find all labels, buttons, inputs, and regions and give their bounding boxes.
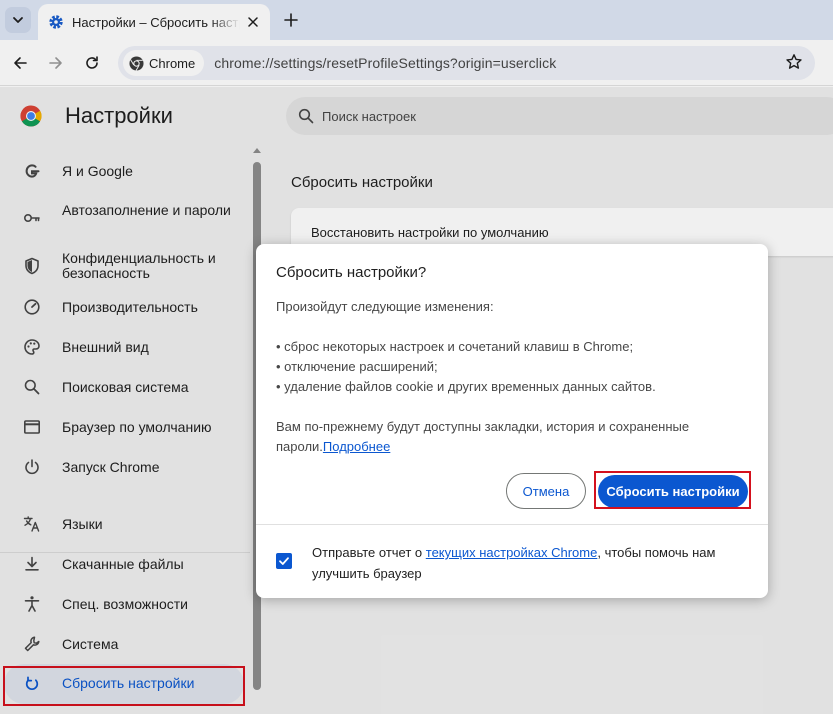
tab-title: Настройки – Сбросить настройки <box>72 14 240 30</box>
dialog-spacer <box>276 397 746 417</box>
sidebar-item-privacy[interactable]: Конфиденциальность и безопасность <box>0 248 250 284</box>
tab-close-button[interactable] <box>244 13 262 31</box>
sidebar-item-label: Браузер по умолчанию <box>62 419 212 435</box>
cancel-button[interactable]: Отмена <box>506 473 586 509</box>
dialog-bullet: • удаление файлов cookie и других времен… <box>276 379 656 394</box>
checkmark-icon <box>279 557 289 565</box>
dialog-note: Вам по-прежнему будут доступны закладки,… <box>276 417 746 457</box>
report-prefix: Отправьте отчет о <box>312 545 426 560</box>
sidebar-item-label: Автозаполнение и пароли <box>62 202 231 218</box>
learn-more-link[interactable]: Подробнее <box>323 439 390 454</box>
settings-gear-icon <box>49 15 63 29</box>
back-button[interactable] <box>7 50 33 76</box>
sidebar-item-label: Система <box>62 636 119 652</box>
settings-search[interactable]: Поиск настроек <box>286 97 833 135</box>
settings-header: Настройки Поиск настроек <box>0 87 833 145</box>
dialog-divider <box>256 524 768 525</box>
forward-button[interactable] <box>43 50 69 76</box>
reload-icon <box>86 56 98 69</box>
star-icon <box>786 54 802 69</box>
palette-icon <box>22 337 42 357</box>
browser-window-icon <box>22 417 42 437</box>
sidebar-item-label: Конфиденциальность и безопасность <box>62 250 216 281</box>
sidebar-item-label: Спец. возможности <box>62 596 188 612</box>
sidebar-item-appearance[interactable]: Внешний вид <box>0 335 250 359</box>
url-text[interactable]: chrome://settings/resetProfileSettings?o… <box>214 55 556 71</box>
arrow-left-icon <box>14 57 27 69</box>
sidebar-item-label: Производительность <box>62 299 198 315</box>
tab-search-button[interactable] <box>5 7 31 33</box>
tab-strip: Настройки – Сбросить настройки <box>0 0 833 40</box>
sidebar-item-autofill[interactable]: Автозаполнение и пароли <box>0 200 250 236</box>
restore-defaults-item[interactable]: Восстановить настройки по умолчанию <box>311 225 549 240</box>
new-tab-button[interactable] <box>278 7 304 33</box>
sidebar-item-label: Поисковая система <box>62 379 189 395</box>
arrow-right-icon <box>49 57 62 69</box>
sidebar-item-performance[interactable]: Производительность <box>0 295 250 319</box>
settings-sidebar: Я и Google Автозаполнение и пароли Конфи… <box>0 145 250 714</box>
google-icon <box>22 161 42 181</box>
sidebar-item-languages[interactable]: Языки <box>0 512 250 536</box>
download-icon <box>22 554 42 574</box>
search-icon <box>22 377 42 397</box>
shield-icon <box>22 256 42 276</box>
sidebar-item-you-and-google[interactable]: Я и Google <box>0 159 250 183</box>
highlight-box-sidebar <box>3 666 245 706</box>
search-icon <box>298 108 314 124</box>
dialog-spacer <box>276 317 746 337</box>
browser-toolbar: Chrome chrome://settings/resetProfileSet… <box>0 40 833 86</box>
sidebar-item-on-startup[interactable]: Запуск Chrome <box>0 455 250 479</box>
section-title: Сбросить настройки <box>291 174 433 191</box>
highlight-box-reset-button <box>594 471 751 509</box>
report-checkbox[interactable] <box>276 553 292 569</box>
bookmark-button[interactable] <box>785 53 803 76</box>
sidebar-item-downloads[interactable]: Скачанные файлы <box>0 552 250 576</box>
key-icon <box>22 208 42 228</box>
sidebar-item-label: Запуск Chrome <box>62 459 160 475</box>
active-tab[interactable]: Настройки – Сбросить настройки <box>38 4 270 40</box>
dialog-body: Произойдут следующие изменения: • сброс … <box>276 297 746 457</box>
scrollbar-up-arrow[interactable] <box>253 148 261 153</box>
sidebar-item-label: Внешний вид <box>62 339 149 355</box>
reload-button[interactable] <box>79 50 105 76</box>
site-info-chip[interactable]: Chrome <box>123 50 205 76</box>
sidebar-item-search-engine[interactable]: Поисковая система <box>0 375 250 399</box>
report-text: Отправьте отчет о текущих настройках Chr… <box>312 542 742 584</box>
plus-icon <box>284 13 298 27</box>
sidebar-item-default-browser[interactable]: Браузер по умолчанию <box>0 415 250 439</box>
dialog-title: Сбросить настройки? <box>276 264 427 281</box>
sidebar-item-label: Я и Google <box>62 163 133 179</box>
accessibility-icon <box>22 594 42 614</box>
page-title: Настройки <box>65 103 173 128</box>
dialog-intro: Произойдут следующие изменения: <box>276 299 494 314</box>
sidebar-item-system[interactable]: Система <box>0 632 250 656</box>
address-bar[interactable]: Chrome chrome://settings/resetProfileSet… <box>118 46 815 80</box>
sidebar-item-accessibility[interactable]: Спец. возможности <box>0 592 250 616</box>
translate-icon <box>22 514 42 534</box>
chevron-down-icon <box>13 17 23 23</box>
chrome-logo-icon <box>129 55 144 71</box>
chrome-logo-icon <box>20 105 42 127</box>
site-chip-label: Chrome <box>149 55 196 71</box>
power-icon <box>22 457 42 477</box>
wrench-icon <box>22 634 42 654</box>
speedometer-icon <box>22 297 42 317</box>
reset-dialog: Сбросить настройки? Произойдут следующие… <box>256 244 768 598</box>
dialog-bullet: • отключение расширений; <box>276 359 438 374</box>
dialog-bullet: • сброс некоторых настроек и сочетаний к… <box>276 339 634 354</box>
sidebar-item-label: Скачанные файлы <box>62 556 184 572</box>
close-icon <box>248 17 258 27</box>
sidebar-item-label: Языки <box>62 516 103 532</box>
current-settings-link[interactable]: текущих настройках Chrome <box>426 545 598 560</box>
search-placeholder: Поиск настроек <box>322 108 416 124</box>
